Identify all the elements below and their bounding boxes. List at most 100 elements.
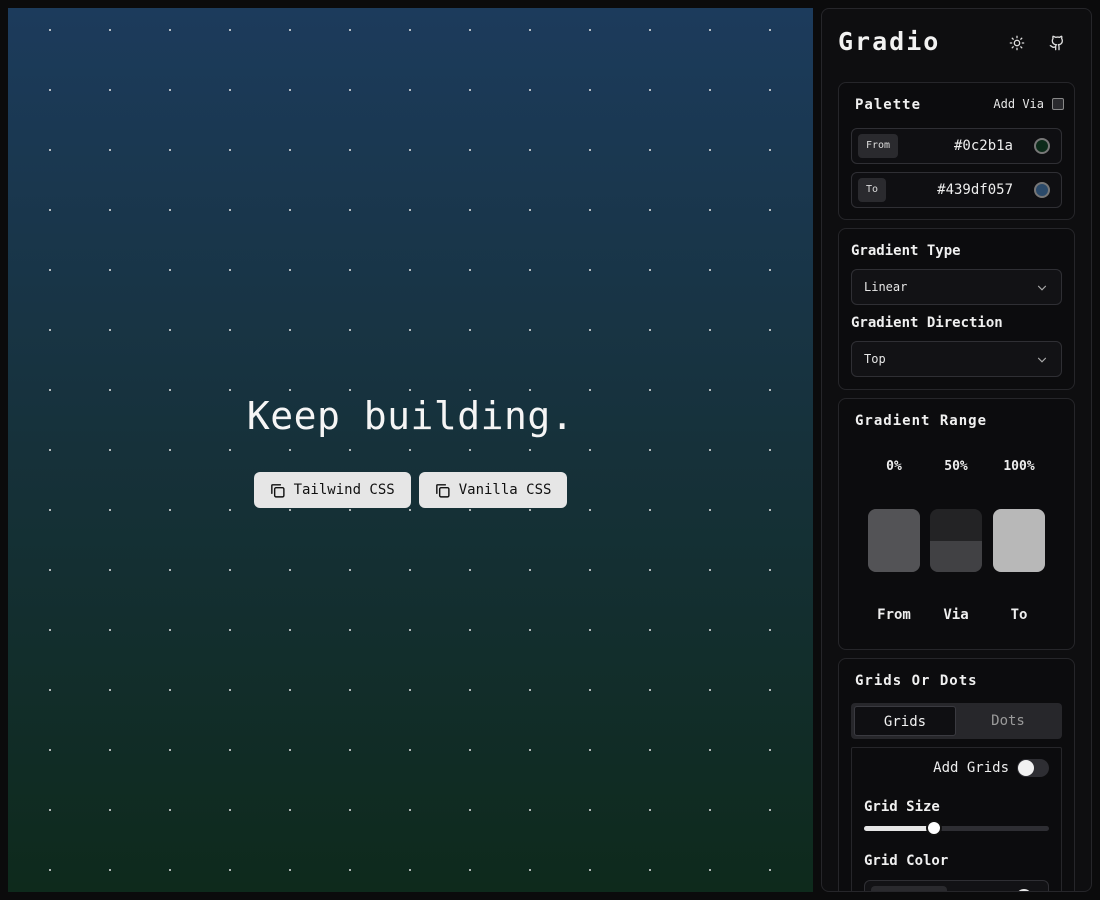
grid-dot xyxy=(289,509,291,511)
range-percent-to: 100% xyxy=(1003,459,1035,474)
grid-dot xyxy=(409,29,411,31)
grid-color-tag xyxy=(871,886,947,891)
grid-dot xyxy=(409,329,411,331)
tab-dots[interactable]: Dots xyxy=(957,706,1059,736)
grid-dot xyxy=(229,89,231,91)
grid-dot xyxy=(589,509,591,511)
range-fill-to xyxy=(993,509,1045,572)
grid-dot xyxy=(709,329,711,331)
to-color-swatch[interactable] xyxy=(1034,182,1050,198)
grid-dot xyxy=(649,29,651,31)
grid-dot xyxy=(709,269,711,271)
grid-color-swatch[interactable] xyxy=(1016,889,1032,891)
grid-dot xyxy=(589,689,591,691)
grid-dot xyxy=(349,29,351,31)
range-slider-to[interactable] xyxy=(993,509,1045,572)
grid-dot xyxy=(409,209,411,211)
github-icon[interactable] xyxy=(1047,33,1067,53)
grid-dot xyxy=(169,269,171,271)
grid-dot xyxy=(469,89,471,91)
gradient-direction-select[interactable]: Top xyxy=(851,341,1062,377)
grid-dot xyxy=(229,269,231,271)
grid-color-field[interactable] xyxy=(864,880,1049,891)
tab-grids[interactable]: Grids xyxy=(854,706,956,736)
palette-title: Palette xyxy=(855,97,922,113)
grid-dot xyxy=(769,689,771,691)
grid-dot xyxy=(649,689,651,691)
grid-dot xyxy=(109,749,111,751)
grid-dot xyxy=(589,269,591,271)
add-via-control: Add Via xyxy=(993,97,1064,111)
gradient-type-label: Gradient Type xyxy=(851,243,961,259)
grid-dot xyxy=(229,509,231,511)
grid-dot xyxy=(229,149,231,151)
gradient-range-title: Gradient Range xyxy=(855,413,988,429)
copy-vanilla-button[interactable]: Vanilla CSS xyxy=(418,472,568,508)
grid-dot xyxy=(589,209,591,211)
copy-icon xyxy=(270,483,285,498)
grid-dot xyxy=(349,269,351,271)
grid-dot xyxy=(109,509,111,511)
grid-dot xyxy=(469,629,471,631)
grid-dot xyxy=(649,809,651,811)
grid-size-slider[interactable] xyxy=(864,820,1049,836)
grid-dot xyxy=(649,569,651,571)
grid-dot xyxy=(469,869,471,871)
grid-dot xyxy=(769,569,771,571)
grid-dot xyxy=(49,689,51,691)
grid-dot xyxy=(589,389,591,391)
from-color-swatch[interactable] xyxy=(1034,138,1050,154)
grid-dot xyxy=(349,569,351,571)
grid-dot xyxy=(409,809,411,811)
grid-dot xyxy=(529,629,531,631)
grid-dot xyxy=(529,569,531,571)
grid-dot xyxy=(469,29,471,31)
add-via-checkbox[interactable] xyxy=(1052,98,1064,110)
grid-dot xyxy=(169,869,171,871)
gradient-type-select[interactable]: Linear xyxy=(851,269,1062,305)
grid-dot xyxy=(169,629,171,631)
grid-dot xyxy=(49,869,51,871)
grid-dot xyxy=(349,809,351,811)
grid-dot xyxy=(529,149,531,151)
grid-dot xyxy=(469,509,471,511)
grid-dot xyxy=(169,689,171,691)
grid-dot xyxy=(229,569,231,571)
add-grids-label: Add Grids xyxy=(933,760,1009,776)
grid-dot xyxy=(529,509,531,511)
to-tag: To xyxy=(858,178,887,202)
add-grids-toggle[interactable] xyxy=(1017,759,1049,777)
add-grids-control: Add Grids xyxy=(933,759,1049,777)
grid-dot xyxy=(649,209,651,211)
grid-dot xyxy=(49,749,51,751)
range-label-via: Via xyxy=(943,607,969,623)
hero: Keep building. Tailwind CSS Vanilla CSS xyxy=(8,394,813,508)
copy-tailwind-button[interactable]: Tailwind CSS xyxy=(253,472,411,508)
to-color-field[interactable]: To #439df057 xyxy=(851,172,1062,208)
grid-dot xyxy=(109,809,111,811)
grid-dot xyxy=(709,749,711,751)
grid-size-thumb[interactable] xyxy=(926,820,942,836)
add-via-label: Add Via xyxy=(993,97,1044,111)
chevron-down-icon xyxy=(1037,285,1047,291)
grid-dot xyxy=(349,749,351,751)
grid-dot xyxy=(409,629,411,631)
copy-actions: Tailwind CSS Vanilla CSS xyxy=(253,472,568,508)
grid-dot xyxy=(349,329,351,331)
grid-dot xyxy=(49,29,51,31)
grid-dot xyxy=(649,329,651,331)
grid-dot xyxy=(229,869,231,871)
grid-dot xyxy=(169,509,171,511)
from-color-field[interactable]: From #0c2b1a xyxy=(851,128,1062,164)
grid-dot xyxy=(769,149,771,151)
range-slider-via[interactable] xyxy=(930,509,982,572)
grid-dot xyxy=(169,149,171,151)
range-slider-from[interactable] xyxy=(868,509,920,572)
grid-dot xyxy=(529,689,531,691)
grid-dot xyxy=(409,689,411,691)
grid-settings-panel: Add Grids Grid Size Grid Color xyxy=(851,747,1062,891)
grid-dot xyxy=(409,509,411,511)
grid-dot xyxy=(49,209,51,211)
grid-dot xyxy=(289,689,291,691)
sun-icon[interactable] xyxy=(1007,33,1027,53)
